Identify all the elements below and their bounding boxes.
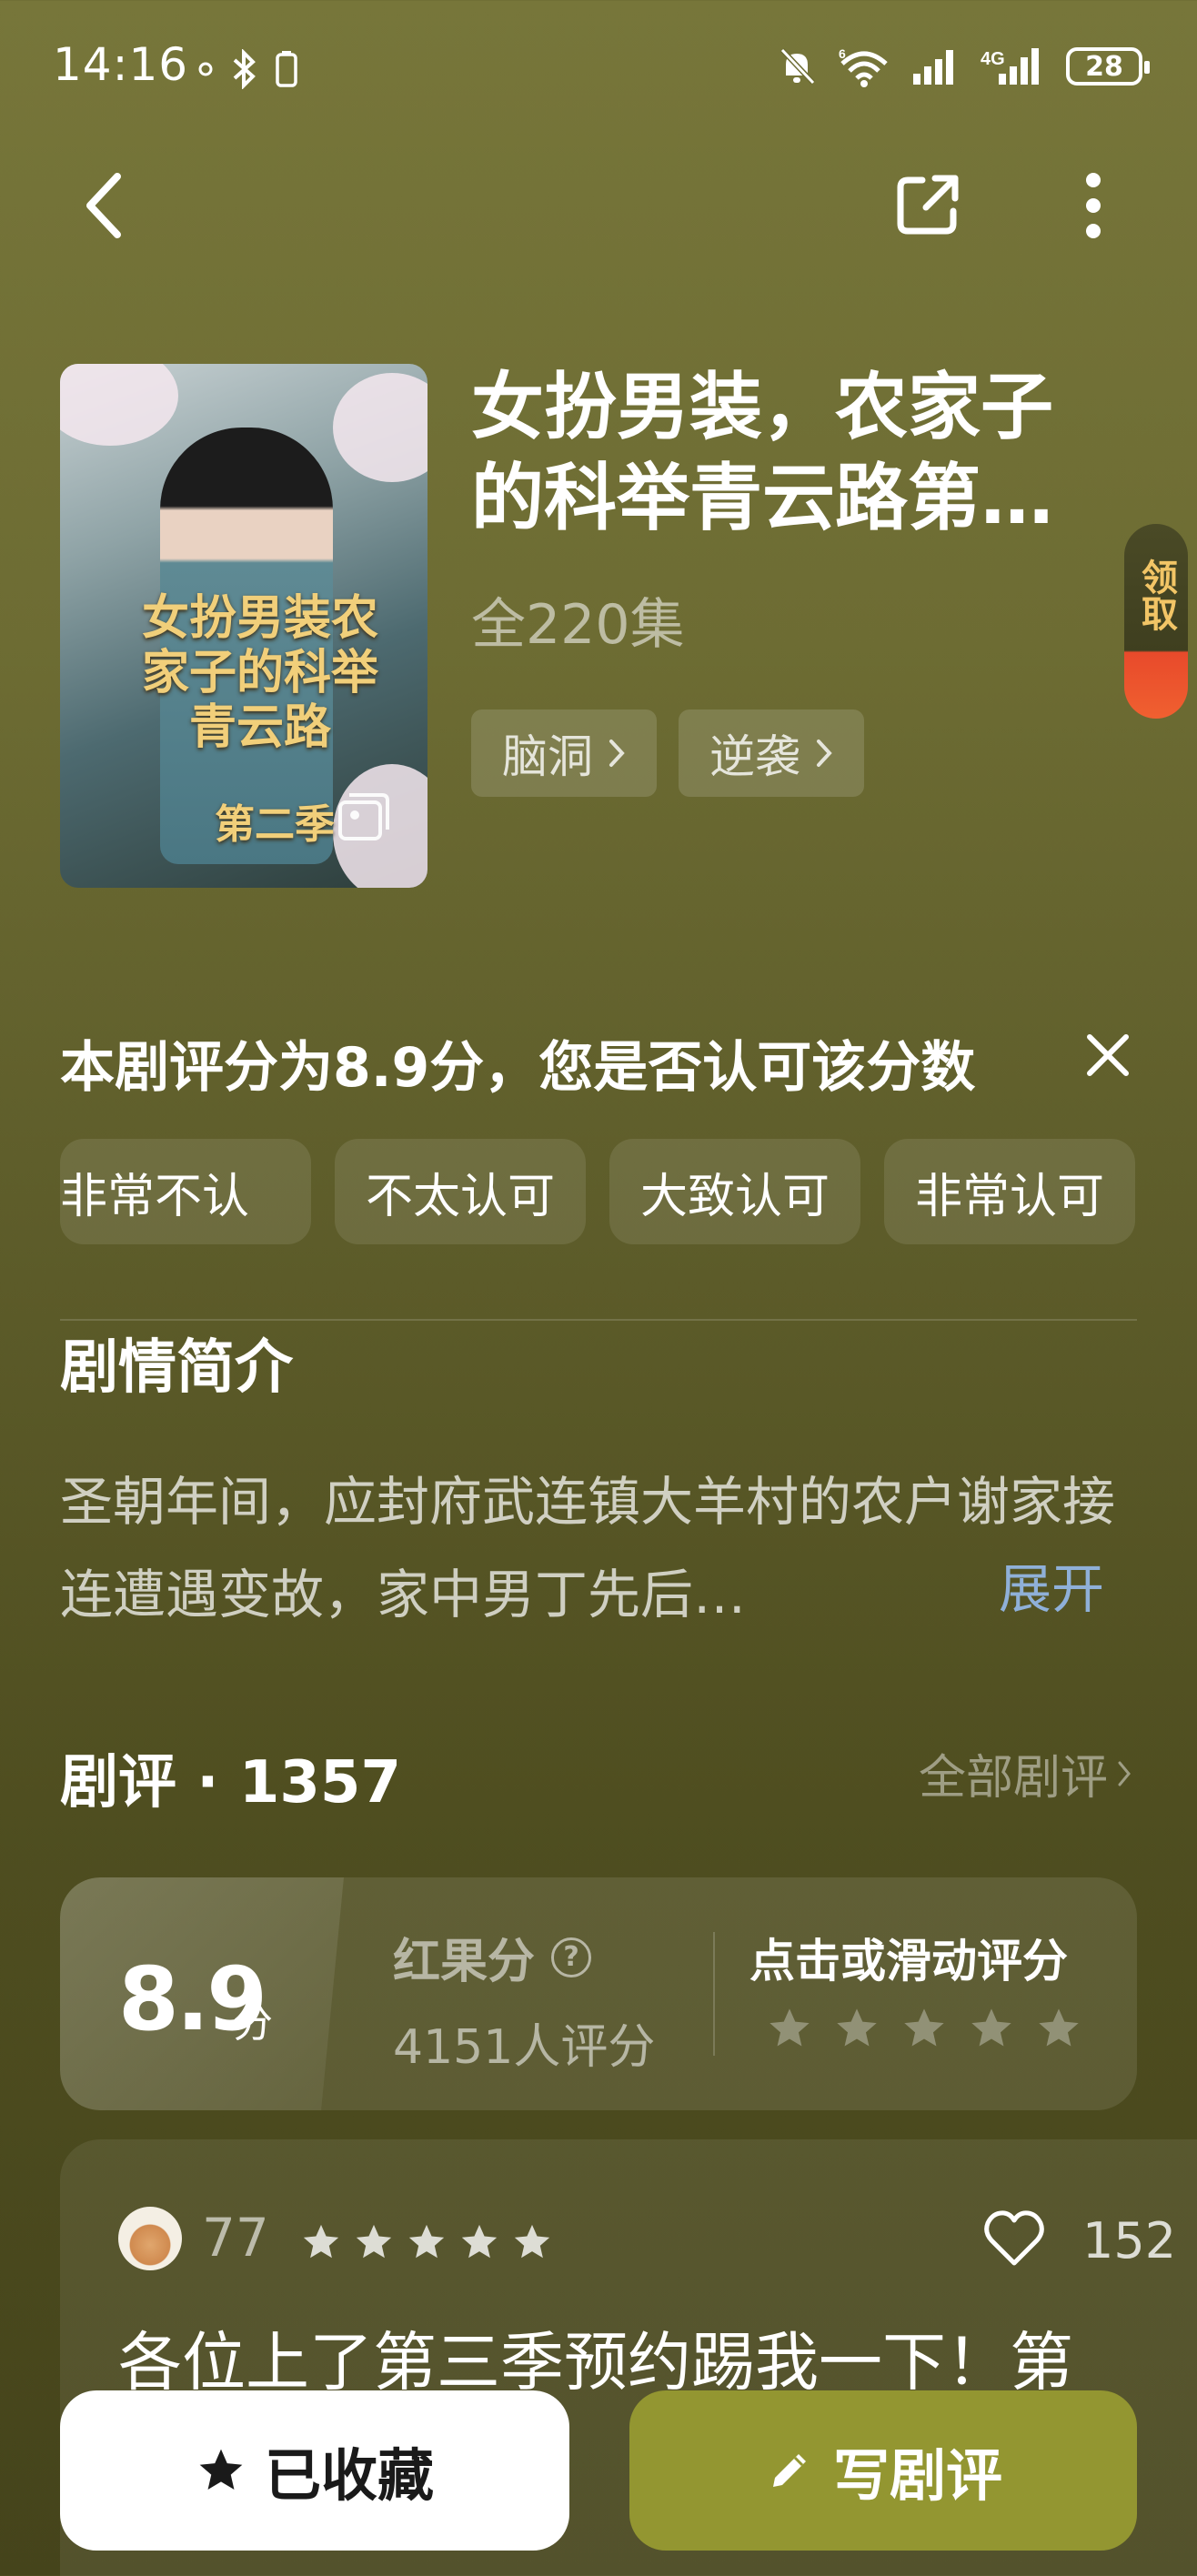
score-name-label: 红果分 [393,1935,536,1989]
avatar[interactable] [118,2207,182,2270]
blossom-decoration [60,364,178,446]
star-icon [461,2224,498,2259]
pencil-icon [772,2454,806,2487]
score-unit: 分 [233,2000,273,2047]
battery-indicator: 28 [1066,47,1150,86]
chevron-left-icon [86,173,121,238]
like-count: 152 [1082,2212,1177,2269]
more-vertical-icon [1086,173,1101,238]
option-agree[interactable]: 大致认可 [609,1139,860,1244]
gallery-icon [338,793,389,840]
dot-icon [198,62,213,76]
close-rating-prompt-button[interactable] [1081,1028,1135,1082]
write-review-button[interactable]: 写剧评 [629,2390,1137,2551]
favorited-button[interactable]: 已收藏 [60,2390,569,2551]
score-card: 8.9 分 红果分 ? 4151人评分 点击或滑动评分 [60,1877,1137,2110]
share-button[interactable] [891,169,964,242]
star-icon [356,2224,392,2259]
card-divider [713,1932,715,2056]
review-rating [300,2221,553,2263]
synopsis-text: 圣朝年间，应封府武连镇大羊村的农户谢家接连遭遇变故，家中男丁先后… [60,1471,1116,1625]
star-icon[interactable] [1035,2005,1082,2052]
wifi-icon: 6 [839,46,888,87]
chevron-right-icon [1118,1761,1131,1786]
episode-count: 全220集 [471,593,685,657]
cover-season: 第二季 [215,801,335,848]
write-review-label: 写剧评 [832,2442,1002,2509]
status-time: 14:16 [53,38,189,91]
chevron-right-icon [609,740,625,767]
chevron-right-icon [817,740,832,767]
status-right-icons: 6 4G 28 [777,45,1150,87]
tag-brain-hole[interactable]: 脑洞 [471,709,657,797]
synopsis-title: 剧情简介 [60,1334,293,1402]
option-disagree[interactable]: 不太认可 [335,1139,586,1244]
more-button[interactable] [1066,169,1121,242]
tap-to-rate-label: 点击或滑动评分 [749,1935,1068,1987]
battery-level: 28 [1085,50,1123,83]
show-title: 女扮男装，农家子的科举青云路第… [471,365,1053,540]
score-name: 红果分 ? [393,1923,592,1991]
rating-question: 本剧评分为8.9分，您是否认可该分数 [60,1036,976,1100]
share-icon [897,175,959,235]
rate-stars[interactable] [766,2005,1082,2052]
tag-label: 逆袭 [709,730,800,783]
star-icon [408,2224,445,2259]
signal-4g-icon: 4G [981,48,1039,85]
tag-comeback[interactable]: 逆袭 [679,709,864,797]
all-reviews-label: 全部剧评 [918,1751,1108,1806]
battery-phone-icon [276,51,297,87]
star-icon [514,2224,550,2259]
star-icon[interactable] [766,2005,813,2052]
signal-icon [913,50,953,85]
reward-label: 领取 [1135,558,1177,631]
wifi-label: 6 [839,46,846,61]
reward-tab[interactable]: 领取 [1124,524,1188,719]
heart-icon[interactable] [982,2209,1046,2269]
help-icon[interactable]: ? [551,1937,592,1977]
star-icon [303,2224,339,2259]
all-reviews-link[interactable]: 全部剧评 [919,1739,1132,1807]
blossom-decoration [333,373,428,482]
tag-list: 脑洞 逆袭 [471,709,864,797]
network-label: 4G [981,49,1005,69]
rater-count: 4151人评分 [393,2020,656,2075]
back-button[interactable] [71,169,135,242]
rating-options: 非常不认 不太认可 大致认可 非常认可 [60,1139,1135,1244]
expand-synopsis-link[interactable]: 展开 [999,1546,1104,1623]
star-icon[interactable] [833,2005,880,2052]
option-strongly-disagree[interactable]: 非常不认 [60,1139,311,1244]
mute-bell-icon [780,47,816,86]
star-icon[interactable] [900,2005,948,2052]
favorited-label: 已收藏 [264,2442,434,2509]
cover-title: 女扮男装农家子的科举青云路 [141,590,378,755]
star-icon[interactable] [968,2005,1015,2052]
close-icon [1087,1034,1129,1076]
reviewer-name[interactable]: 77 [202,2207,269,2269]
status-left-icons [196,49,298,89]
option-strongly-agree[interactable]: 非常认可 [884,1139,1135,1244]
star-filled-icon [199,2449,243,2490]
cover-image[interactable]: 女扮男装农家子的科举青云路 第二季 [60,364,428,888]
status-bar: 14:16 6 4G 28 [0,0,1197,136]
reviews-header: 剧评 · 1357 [60,1749,401,1816]
bluetooth-icon [233,49,256,89]
tag-label: 脑洞 [502,730,593,783]
